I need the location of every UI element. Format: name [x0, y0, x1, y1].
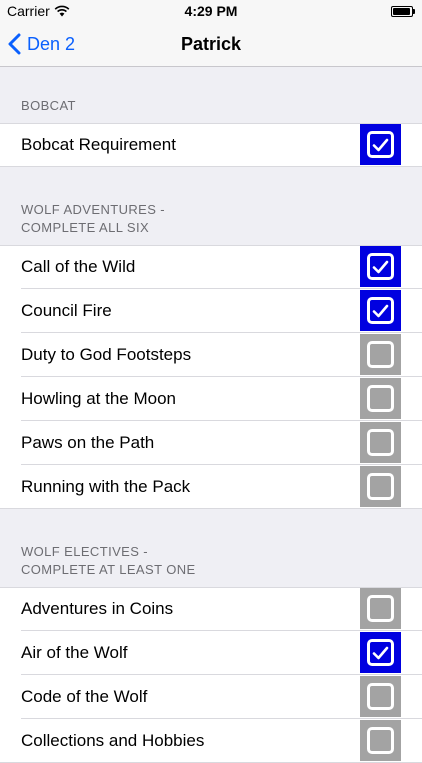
section-header: WOLF ELECTIVES - COMPLETE AT LEAST ONE — [0, 509, 422, 587]
list-item-label: Running with the Pack — [21, 477, 191, 496]
checkbox-frame — [367, 429, 394, 456]
requirement-checkbox[interactable] — [360, 334, 401, 375]
row-separator — [0, 508, 422, 509]
requirement-checkbox[interactable] — [360, 378, 401, 419]
checkbox-frame — [367, 341, 394, 368]
checkbox-frame — [367, 683, 394, 710]
list-item[interactable]: Running with the Pack — [0, 465, 422, 509]
list-item-label: Bobcat Requirement — [21, 135, 176, 154]
list-item-label: Council Fire — [21, 301, 112, 320]
section-header-line: COMPLETE ALL SIX — [21, 220, 150, 235]
list-item-label: Air of the Wolf — [21, 643, 128, 662]
list-item[interactable]: Adventures in Coins — [0, 587, 422, 631]
section-header-line: COMPLETE AT LEAST ONE — [21, 562, 196, 577]
list-item[interactable]: Air of the Wolf — [0, 631, 422, 675]
requirement-checkbox[interactable] — [360, 422, 401, 463]
section-header: BOBCAT — [0, 67, 422, 123]
section-header: WOLF ADVENTURES - COMPLETE ALL SIX — [0, 167, 422, 245]
checkmark-icon — [372, 304, 389, 317]
checkmark-icon — [372, 138, 389, 151]
checkbox-frame — [367, 253, 394, 280]
section-header-line: BOBCAT — [21, 98, 76, 113]
requirements-table: BOBCAT Bobcat Requirement WOLF ADVENTURES … — [0, 67, 422, 763]
checkbox-frame — [367, 473, 394, 500]
section-header-line: WOLF ELECTIVES - — [21, 544, 149, 559]
list-item[interactable]: Council Fire — [0, 289, 422, 333]
row-separator — [0, 166, 422, 167]
checkbox-frame — [367, 639, 394, 666]
requirement-checkbox[interactable] — [360, 124, 401, 165]
list-item[interactable]: Paws on the Path — [0, 421, 422, 465]
requirement-checkbox[interactable] — [360, 632, 401, 673]
list-item-label: Code of the Wolf — [21, 687, 148, 706]
list-item-label: Paws on the Path — [21, 433, 155, 452]
list-item-label: Call of the Wild — [21, 257, 136, 276]
list-item[interactable]: Code of the Wolf — [0, 675, 422, 719]
requirement-checkbox[interactable] — [360, 676, 401, 717]
requirement-checkbox[interactable] — [360, 466, 401, 507]
requirement-checkbox[interactable] — [360, 720, 401, 761]
clock: 4:29 PM — [184, 3, 238, 19]
page-title: Patrick — [180, 34, 242, 54]
list-item[interactable]: Duty to God Footsteps — [0, 333, 422, 377]
list-item-label: Duty to God Footsteps — [21, 345, 192, 364]
list-item-label: Adventures in Coins — [21, 599, 174, 618]
list-item[interactable]: Call of the Wild — [0, 245, 422, 289]
checkbox-frame — [367, 297, 394, 324]
list-item[interactable]: Howling at the Moon — [0, 377, 422, 421]
checkbox-frame — [367, 131, 394, 158]
requirement-checkbox[interactable] — [360, 588, 401, 629]
section-header-line: WOLF ADVENTURES - — [21, 202, 166, 217]
checkbox-frame — [367, 385, 394, 412]
checkmark-icon — [372, 646, 389, 659]
requirement-checkbox[interactable] — [360, 246, 401, 287]
list-item[interactable]: Bobcat Requirement — [0, 123, 422, 167]
requirement-checkbox[interactable] — [360, 290, 401, 331]
navigation-bar: Den 2 Patrick — [0, 22, 422, 67]
checkbox-frame — [367, 595, 394, 622]
list-item-label: Collections and Hobbies — [21, 731, 205, 750]
status-bar: Carrier 4:29 PM — [0, 0, 422, 22]
battery-icon — [391, 6, 415, 17]
list-item[interactable]: Collections and Hobbies — [0, 719, 422, 763]
checkmark-icon — [372, 260, 389, 273]
list-item-label: Howling at the Moon — [21, 389, 176, 408]
